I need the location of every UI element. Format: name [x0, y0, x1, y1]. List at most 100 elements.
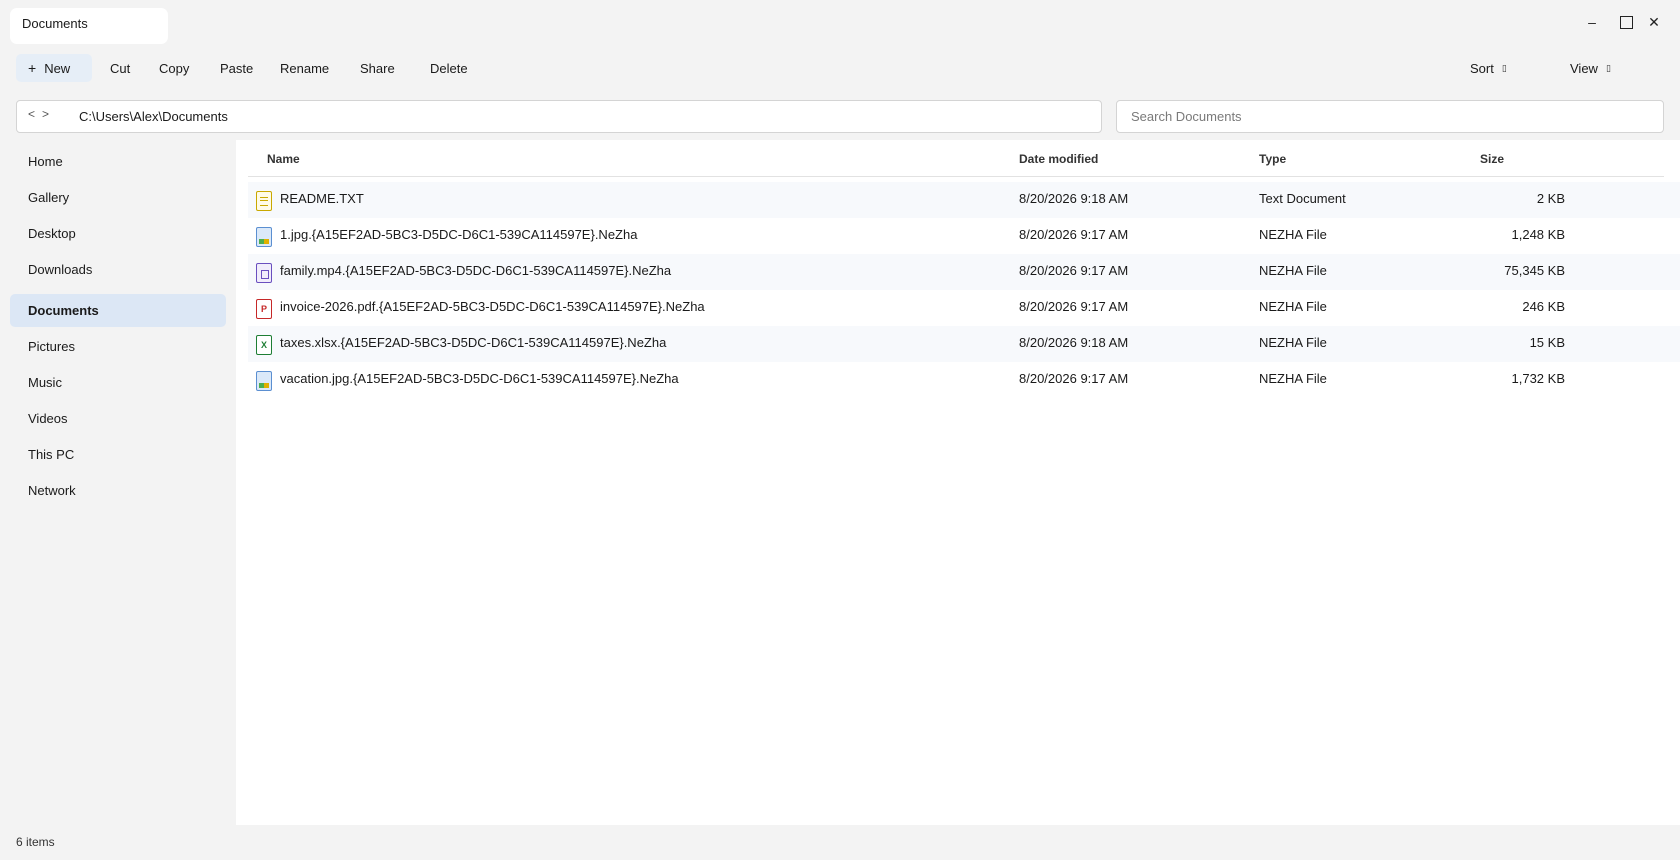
forward-icon[interactable]: > — [42, 107, 49, 121]
sidebar-item-label: Pictures — [28, 339, 75, 354]
spreadsheet-file-icon: X — [256, 335, 272, 355]
maximize-icon — [1619, 15, 1633, 29]
sidebar-item-label: Home — [28, 154, 63, 169]
maximize-button[interactable] — [1612, 10, 1640, 34]
address-bar[interactable]: < > C:\Users\Alex\Documents — [16, 100, 1102, 133]
address-path[interactable]: C:\Users\Alex\Documents — [79, 109, 228, 124]
sidebar-item-label: Gallery — [28, 190, 70, 205]
file-name: README.TXT — [280, 191, 364, 206]
sidebar-item-videos[interactable]: Videos — [10, 402, 226, 435]
file-date: 8/20/2026 9:18 AM — [1019, 191, 1129, 206]
title-bar: Documents – ✕ — [0, 0, 1680, 48]
tab-documents[interactable]: Documents — [10, 8, 168, 44]
search-box[interactable] — [1116, 100, 1664, 133]
tab-title: Documents — [22, 16, 88, 31]
new-button[interactable]: + New — [16, 54, 92, 82]
file-list: Name Date modified Type Size README.TXT … — [236, 140, 1680, 825]
column-header-date[interactable]: Date modified — [1019, 152, 1098, 166]
file-type: NEZHA File — [1259, 371, 1327, 386]
search-input[interactable] — [1117, 101, 1663, 132]
pdf-file-icon: P — [256, 299, 272, 319]
file-date: 8/20/2026 9:17 AM — [1019, 227, 1129, 242]
rename-label: Rename — [280, 60, 330, 76]
cut-button[interactable]: Cut — [98, 54, 142, 82]
sidebar-item-label: This PC — [28, 447, 75, 462]
column-header-name[interactable]: Name — [267, 152, 300, 166]
cut-label: Cut — [110, 60, 131, 76]
command-bar: + New Cut Copy Paste Rename Share Delete… — [0, 52, 1680, 84]
sidebar-item-label: Videos — [28, 411, 68, 426]
sidebar-item-home[interactable]: Home — [10, 145, 226, 178]
minimize-button[interactable]: – — [1578, 10, 1606, 34]
navigation-pane: Home Gallery Desktop Downloads Documents… — [0, 145, 236, 825]
sidebar-item-music[interactable]: Music — [10, 366, 226, 399]
chevron-down-icon: ▯ — [1605, 62, 1611, 73]
file-type: NEZHA File — [1259, 299, 1327, 314]
image-file-icon — [256, 371, 272, 391]
sidebar-item-label: Desktop — [28, 226, 76, 241]
image-file-icon — [256, 227, 272, 247]
share-button[interactable]: Share — [348, 54, 407, 82]
delete-label: Delete — [430, 60, 468, 76]
sidebar-item-downloads[interactable]: Downloads — [10, 253, 226, 286]
view-label: View — [1570, 60, 1598, 76]
file-type: NEZHA File — [1259, 263, 1327, 278]
column-header-type[interactable]: Type — [1259, 152, 1286, 166]
sidebar-item-documents[interactable]: Documents — [10, 294, 226, 327]
chevron-down-icon: ▯ — [1501, 62, 1507, 73]
status-bar: 6 items — [0, 826, 1680, 860]
file-name: vacation.jpg.{A15EF2AD-5BC3-D5DC-D6C1-53… — [280, 371, 679, 386]
sort-button[interactable]: Sort ▯ — [1458, 54, 1519, 82]
file-date: 8/20/2026 9:18 AM — [1019, 335, 1129, 350]
column-header-size[interactable]: Size — [1480, 152, 1504, 166]
delete-button[interactable]: Delete — [418, 54, 480, 82]
back-icon[interactable]: < — [28, 107, 35, 121]
file-date: 8/20/2026 9:17 AM — [1019, 371, 1129, 386]
file-size: 1,248 KB — [1511, 227, 1566, 242]
column-headers: Name Date modified Type Size — [248, 140, 1664, 177]
sort-label: Sort — [1470, 60, 1494, 76]
file-size: 15 KB — [1529, 335, 1565, 350]
file-size: 1,732 KB — [1511, 371, 1566, 386]
file-date: 8/20/2026 9:17 AM — [1019, 263, 1129, 278]
minimize-icon: – — [1588, 14, 1596, 30]
table-row[interactable]: P invoice-2026.pdf.{A15EF2AD-5BC3-D5DC-D… — [248, 290, 1680, 326]
sidebar-item-label: Music — [28, 375, 62, 390]
file-type: NEZHA File — [1259, 335, 1327, 350]
file-size: 2 KB — [1536, 191, 1565, 206]
new-button-label: New — [44, 60, 71, 76]
sidebar-item-label: Documents — [28, 303, 99, 318]
plus-icon: + — [28, 60, 37, 76]
table-row[interactable]: 1.jpg.{A15EF2AD-5BC3-D5DC-D6C1-539CA1145… — [248, 218, 1680, 254]
table-row[interactable]: X taxes.xlsx.{A15EF2AD-5BC3-D5DC-D6C1-53… — [248, 326, 1680, 362]
file-date: 8/20/2026 9:17 AM — [1019, 299, 1129, 314]
file-type: NEZHA File — [1259, 227, 1327, 242]
file-name: 1.jpg.{A15EF2AD-5BC3-D5DC-D6C1-539CA1145… — [280, 227, 638, 242]
share-label: Share — [360, 60, 395, 76]
text-file-icon — [256, 191, 272, 211]
close-icon: ✕ — [1648, 13, 1660, 30]
sidebar-item-this-pc[interactable]: This PC — [10, 438, 226, 471]
file-size: 75,345 KB — [1504, 263, 1565, 278]
table-row[interactable]: family.mp4.{A15EF2AD-5BC3-D5DC-D6C1-539C… — [248, 254, 1680, 290]
file-name: invoice-2026.pdf.{A15EF2AD-5BC3-D5DC-D6C… — [280, 299, 705, 314]
sidebar-item-label: Network — [28, 483, 76, 498]
sidebar-item-desktop[interactable]: Desktop — [10, 217, 226, 250]
item-count: 6 items — [16, 835, 55, 849]
video-file-icon — [256, 263, 272, 283]
file-name: taxes.xlsx.{A15EF2AD-5BC3-D5DC-D6C1-539C… — [280, 335, 667, 350]
sidebar-item-pictures[interactable]: Pictures — [10, 330, 226, 363]
paste-label: Paste — [220, 60, 254, 76]
view-button[interactable]: View ▯ — [1558, 54, 1623, 82]
copy-button[interactable]: Copy — [147, 54, 201, 82]
table-row[interactable]: vacation.jpg.{A15EF2AD-5BC3-D5DC-D6C1-53… — [248, 362, 1680, 398]
paste-button[interactable]: Paste — [208, 54, 265, 82]
close-button[interactable]: ✕ — [1640, 10, 1668, 34]
file-name: family.mp4.{A15EF2AD-5BC3-D5DC-D6C1-539C… — [280, 263, 672, 278]
sidebar-item-gallery[interactable]: Gallery — [10, 181, 226, 214]
table-row[interactable]: README.TXT 8/20/2026 9:18 AM Text Docume… — [248, 182, 1680, 218]
sidebar-item-label: Downloads — [28, 262, 93, 277]
sidebar-item-network[interactable]: Network — [10, 474, 226, 507]
copy-label: Copy — [159, 60, 190, 76]
rename-button[interactable]: Rename — [268, 54, 341, 82]
